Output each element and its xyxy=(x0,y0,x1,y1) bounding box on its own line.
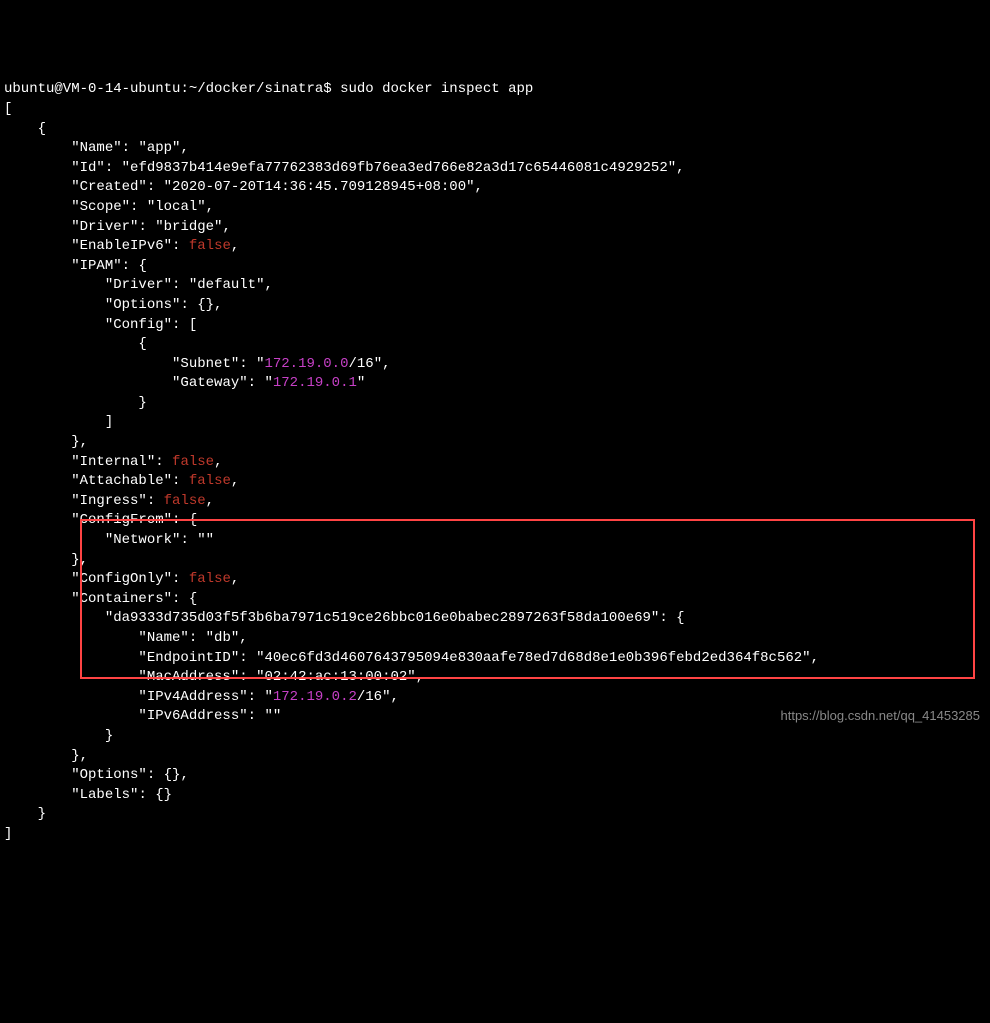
json-key: "Created" xyxy=(71,179,147,195)
container-hash: "da9333d735d03f5f3b6ba7971c519ce26bbc016… xyxy=(105,610,660,626)
json-key: "IPAM" xyxy=(71,258,121,274)
prompt-path: ~/docker/sinatra xyxy=(189,81,323,97)
json-value: "local" xyxy=(147,199,206,215)
json-value: " xyxy=(264,689,272,705)
json-key: "Ingress" xyxy=(71,493,147,509)
json-key: "Options" xyxy=(71,767,147,783)
json-key: "Name" xyxy=(138,630,188,646)
json-value: " xyxy=(357,375,365,391)
prompt-symbol: $ xyxy=(323,81,331,97)
json-key: "EndpointID" xyxy=(138,650,239,666)
json-value: "2020-07-20T14:36:45.709128945+08:00" xyxy=(164,179,475,195)
json-key: "Scope" xyxy=(71,199,130,215)
json-false: false xyxy=(189,238,231,254)
json-value: "" xyxy=(264,708,281,724)
ip-address: 172.19.0.1 xyxy=(273,375,357,391)
ip-address: 172.19.0.0 xyxy=(264,356,348,372)
json-key: "MacAddress" xyxy=(138,669,239,685)
json-value: "default" xyxy=(189,277,265,293)
json-value: "app" xyxy=(138,140,180,156)
json-value: /16" xyxy=(357,689,391,705)
prompt-user-host: ubuntu@VM-0-14-ubuntu xyxy=(4,81,180,97)
terminal-output[interactable]: ubuntu@VM-0-14-ubuntu:~/docker/sinatra$ … xyxy=(0,78,990,846)
json-false: false xyxy=(164,493,206,509)
json-value: /16" xyxy=(348,356,382,372)
json-key: "Network" xyxy=(105,532,181,548)
json-value: "efd9837b414e9efa77762383d69fb76ea3ed766… xyxy=(122,160,677,176)
json-value: " xyxy=(264,375,272,391)
json-key: "Driver" xyxy=(105,277,172,293)
json-key: "Internal" xyxy=(71,454,155,470)
json-false: false xyxy=(189,571,231,587)
json-value: "" xyxy=(197,532,214,548)
json-key: "ConfigFrom" xyxy=(71,512,172,528)
json-false: false xyxy=(189,473,231,489)
json-false: false xyxy=(172,454,214,470)
json-key: "Labels" xyxy=(71,787,138,803)
json-key: "Options" xyxy=(105,297,181,313)
command-text: sudo docker inspect app xyxy=(340,81,533,97)
json-key: "Id" xyxy=(71,160,105,176)
json-key: "Config" xyxy=(105,317,172,333)
json-key: "Containers" xyxy=(71,591,172,607)
ip-address: 172.19.0.2 xyxy=(273,689,357,705)
watermark-text: https://blog.csdn.net/qq_41453285 xyxy=(781,707,981,725)
json-key: "IPv4Address" xyxy=(138,689,247,705)
json-key: "IPv6Address" xyxy=(138,708,247,724)
json-key: "Subnet" xyxy=(172,356,239,372)
json-key: "Attachable" xyxy=(71,473,172,489)
json-value: "bridge" xyxy=(155,219,222,235)
json-value: "02:42:ac:13:00:02" xyxy=(256,669,416,685)
json-key: "Gateway" xyxy=(172,375,248,391)
json-key: "ConfigOnly" xyxy=(71,571,172,587)
json-value: "40ec6fd3d4607643795094e830aafe78ed7d68d… xyxy=(256,650,811,666)
json-value: "db" xyxy=(206,630,240,646)
json-key: "Name" xyxy=(71,140,121,156)
json-key: "EnableIPv6" xyxy=(71,238,172,254)
json-key: "Driver" xyxy=(71,219,138,235)
